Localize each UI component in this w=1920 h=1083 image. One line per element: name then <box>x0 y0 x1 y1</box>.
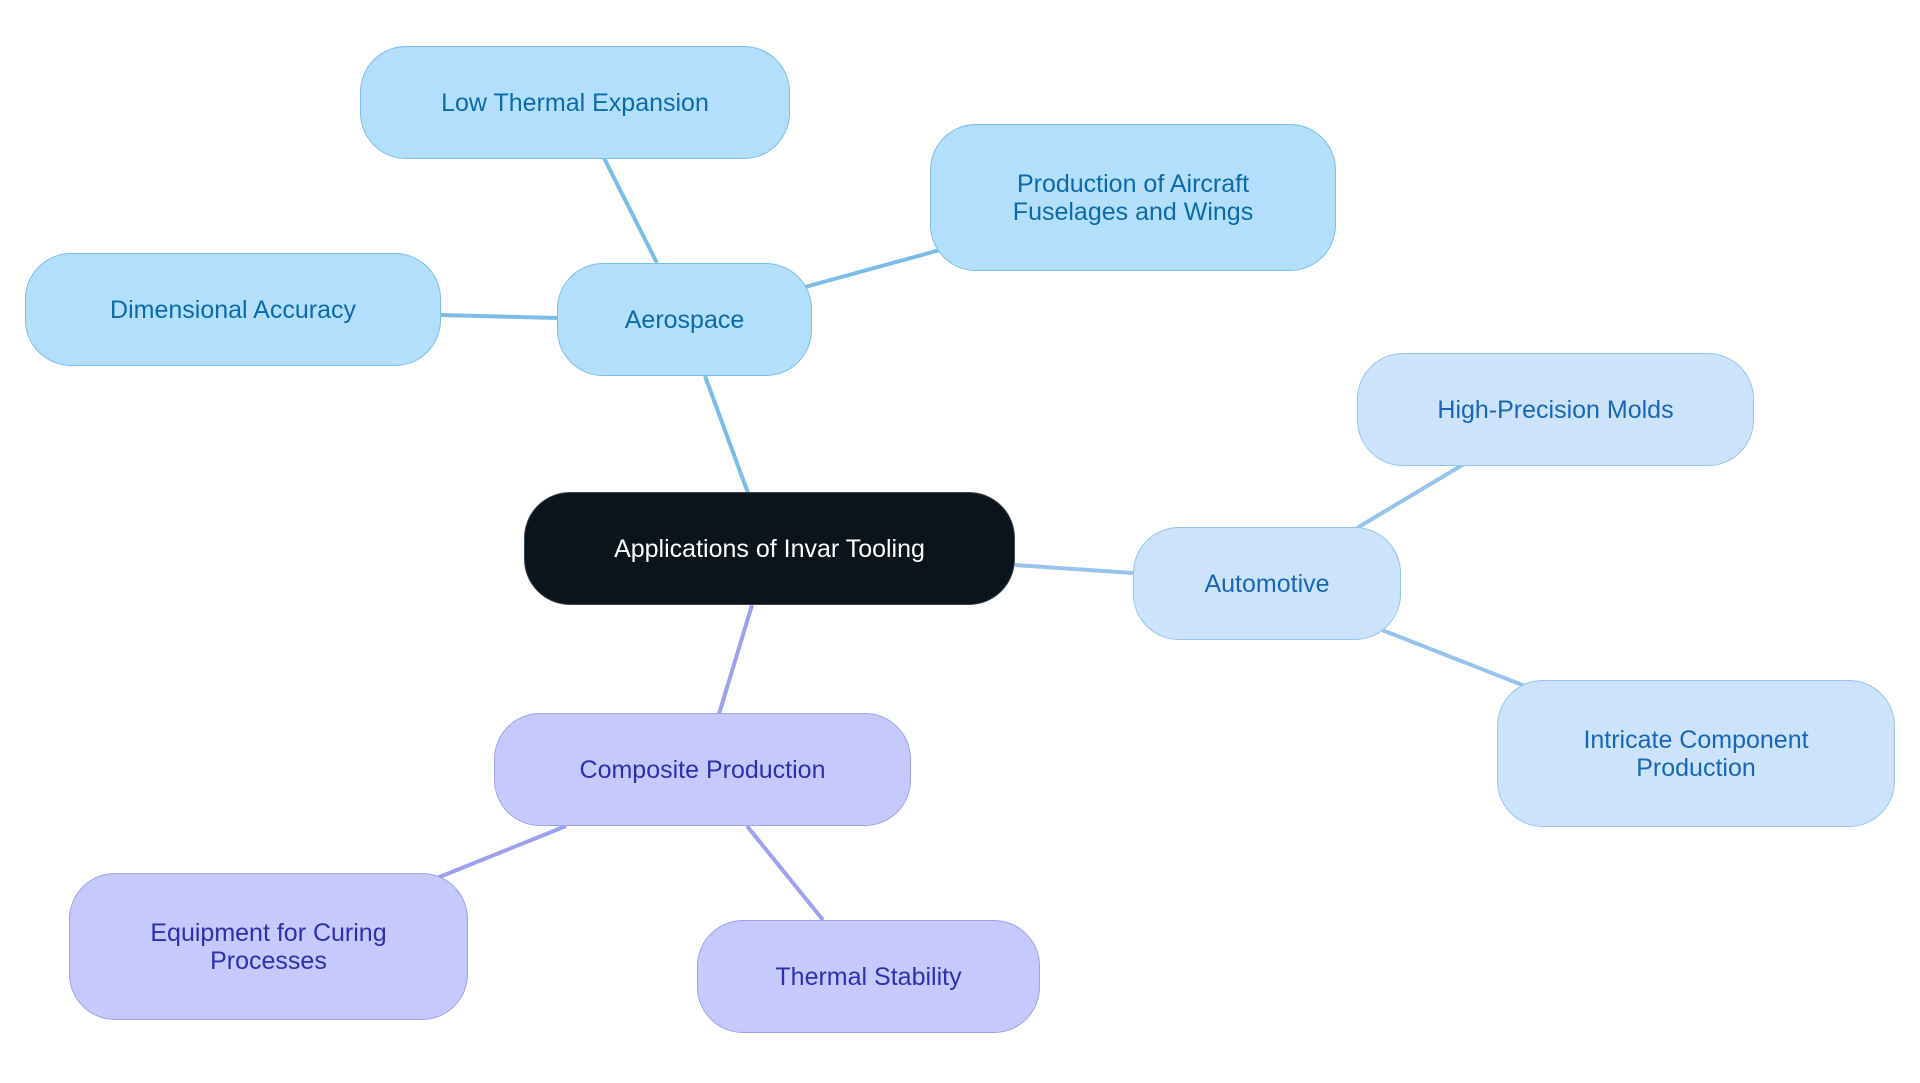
node-production-aircraft[interactable]: Production of Aircraft Fuselages and Win… <box>930 124 1336 271</box>
edge-automotive-intricate <box>1381 628 1526 688</box>
edge-root-aerospace <box>703 375 750 494</box>
node-equipment-curing[interactable]: Equipment for Curing Processes <box>69 873 468 1020</box>
edge-root-composite <box>717 604 754 715</box>
root-node[interactable]: Applications of Invar Tooling <box>524 492 1015 605</box>
node-composite-production[interactable]: Composite Production <box>494 713 911 826</box>
node-intricate-component[interactable]: Intricate Component Production <box>1497 680 1895 827</box>
node-automotive[interactable]: Automotive <box>1133 527 1401 640</box>
node-low-thermal-expansion[interactable]: Low Thermal Expansion <box>360 46 790 159</box>
node-high-precision-molds[interactable]: High-Precision Molds <box>1357 353 1754 466</box>
edge-automotive-molds <box>1355 462 1466 530</box>
edge-root-automotive <box>1014 563 1134 575</box>
edge-aerospace-dimensional <box>439 313 558 320</box>
edge-aerospace-low-thermal <box>602 157 659 264</box>
node-aerospace[interactable]: Aerospace <box>557 263 812 376</box>
edge-composite-thermal <box>745 824 825 922</box>
node-thermal-stability[interactable]: Thermal Stability <box>697 920 1040 1033</box>
node-dimensional-accuracy[interactable]: Dimensional Accuracy <box>25 253 441 366</box>
edge-aerospace-aircraft <box>804 248 941 289</box>
edge-composite-curing <box>436 824 567 880</box>
